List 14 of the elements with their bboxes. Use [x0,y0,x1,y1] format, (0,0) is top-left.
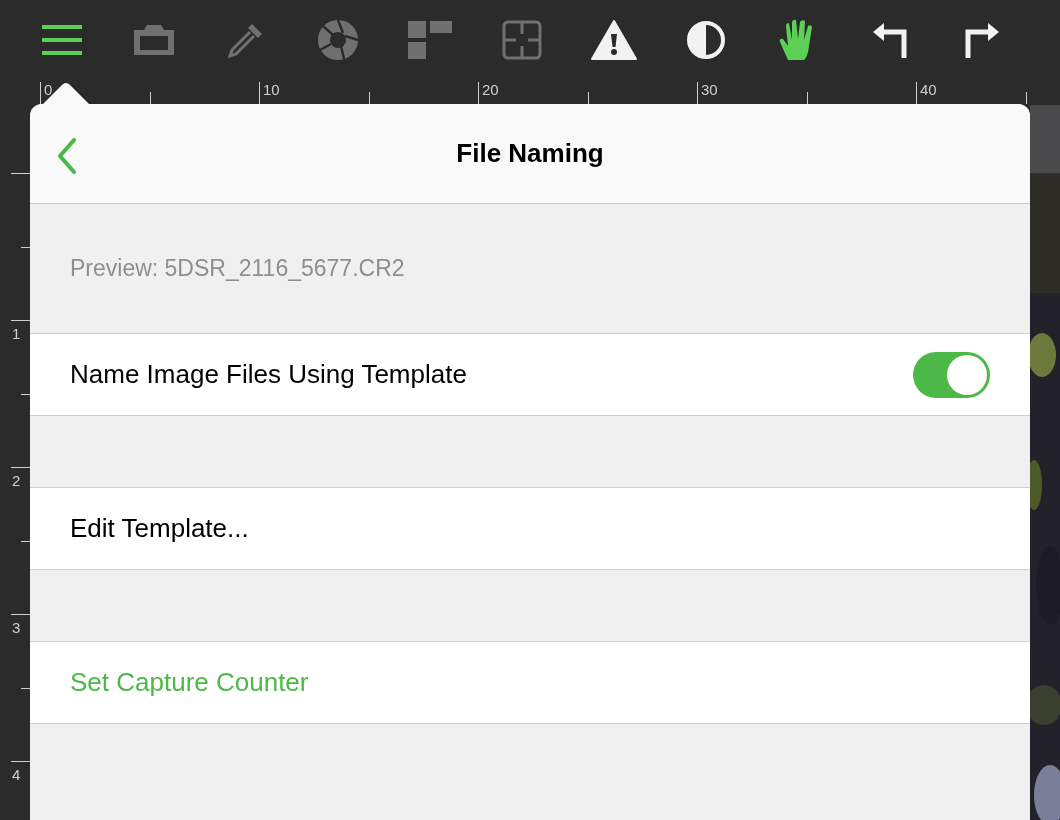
toggle-switch[interactable] [913,351,990,398]
ruler-label: 10 [263,82,280,97]
ruler-label: 4 [12,767,21,782]
ruler-label: 40 [920,82,937,97]
ruler-label: 1 [12,326,21,341]
ruler-label: 3 [12,620,21,635]
ruler-label: 2 [12,473,21,488]
row-label: Name Image Files Using Template [70,358,467,391]
popover-title: File Naming [456,137,604,170]
ruler-label: 20 [482,82,499,97]
ruler-label: 30 [701,82,718,97]
edit-template-row[interactable]: Edit Template... [30,487,1030,570]
ruler-label: 0 [44,82,53,97]
preview-text: Preview: 5DSR_2116_5677.CR2 [70,254,405,284]
